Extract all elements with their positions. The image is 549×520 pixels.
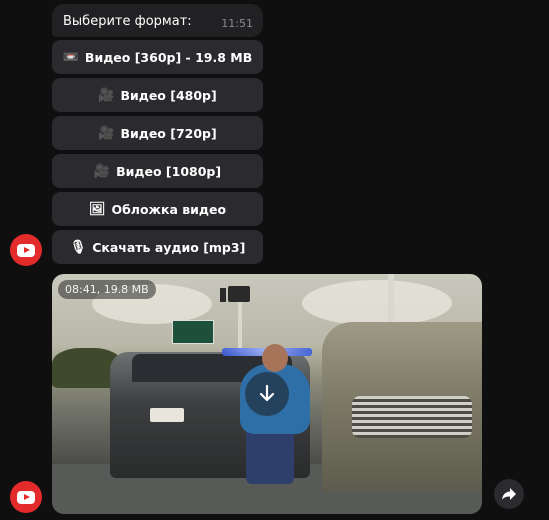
movie-camera-icon: 🎥 [98,87,115,103]
youtube-play-icon [17,490,35,504]
video-360p-button[interactable]: 📼 Видео [360p] - 19.8 MB [52,40,263,74]
video-meta-badge: 08:41, 19.8 MB [58,280,156,299]
youtube-avatar-icon[interactable] [10,234,42,266]
traffic-light [220,288,226,302]
microphone-icon: 🎙 [69,239,87,255]
message-text: Выберите формат: [63,14,192,29]
picture-icon: 🖼 [88,201,106,217]
video-cover-button[interactable]: 🖼 Обложка видео [52,192,263,226]
movie-camera-icon: 🎥 [93,163,111,179]
message-bubble: Выберите формат: 11:51 [52,4,263,37]
forward-button[interactable] [494,479,524,509]
button-label: Скачать аудио [mp3] [92,239,246,255]
youtube-avatar-icon[interactable] [10,481,42,513]
youtube-play-icon [17,243,35,257]
button-label: Видео [360p] - 19.8 MB [84,49,253,65]
button-label: Видео [1080p] [116,163,222,179]
button-label: Видео [720p] [120,125,217,141]
video-1080p-button[interactable]: 🎥 Видео [1080p] [52,154,263,188]
download-audio-button[interactable]: 🎙 Скачать аудио [mp3] [52,230,263,264]
movie-camera-icon: 🎥 [98,125,115,141]
video-message[interactable]: 08:41, 19.8 MB [52,274,482,514]
license-plate [150,408,184,422]
video-720p-button[interactable]: 🎥 Видео [720p] [52,116,263,150]
videocassette-icon: 📼 [62,49,79,65]
download-button[interactable] [245,372,289,416]
button-label: Обложка видео [111,201,227,217]
button-label: Видео [480p] [120,87,217,103]
traffic-light [228,286,250,302]
message-time: 11:51 [221,17,253,30]
suv-grille [352,396,472,438]
download-arrow-icon [259,384,275,402]
person-head [262,344,288,372]
road-sign [172,320,214,344]
forward-arrow-icon [502,488,516,500]
video-480p-button[interactable]: 🎥 Видео [480p] [52,78,263,112]
cloud [302,280,452,326]
